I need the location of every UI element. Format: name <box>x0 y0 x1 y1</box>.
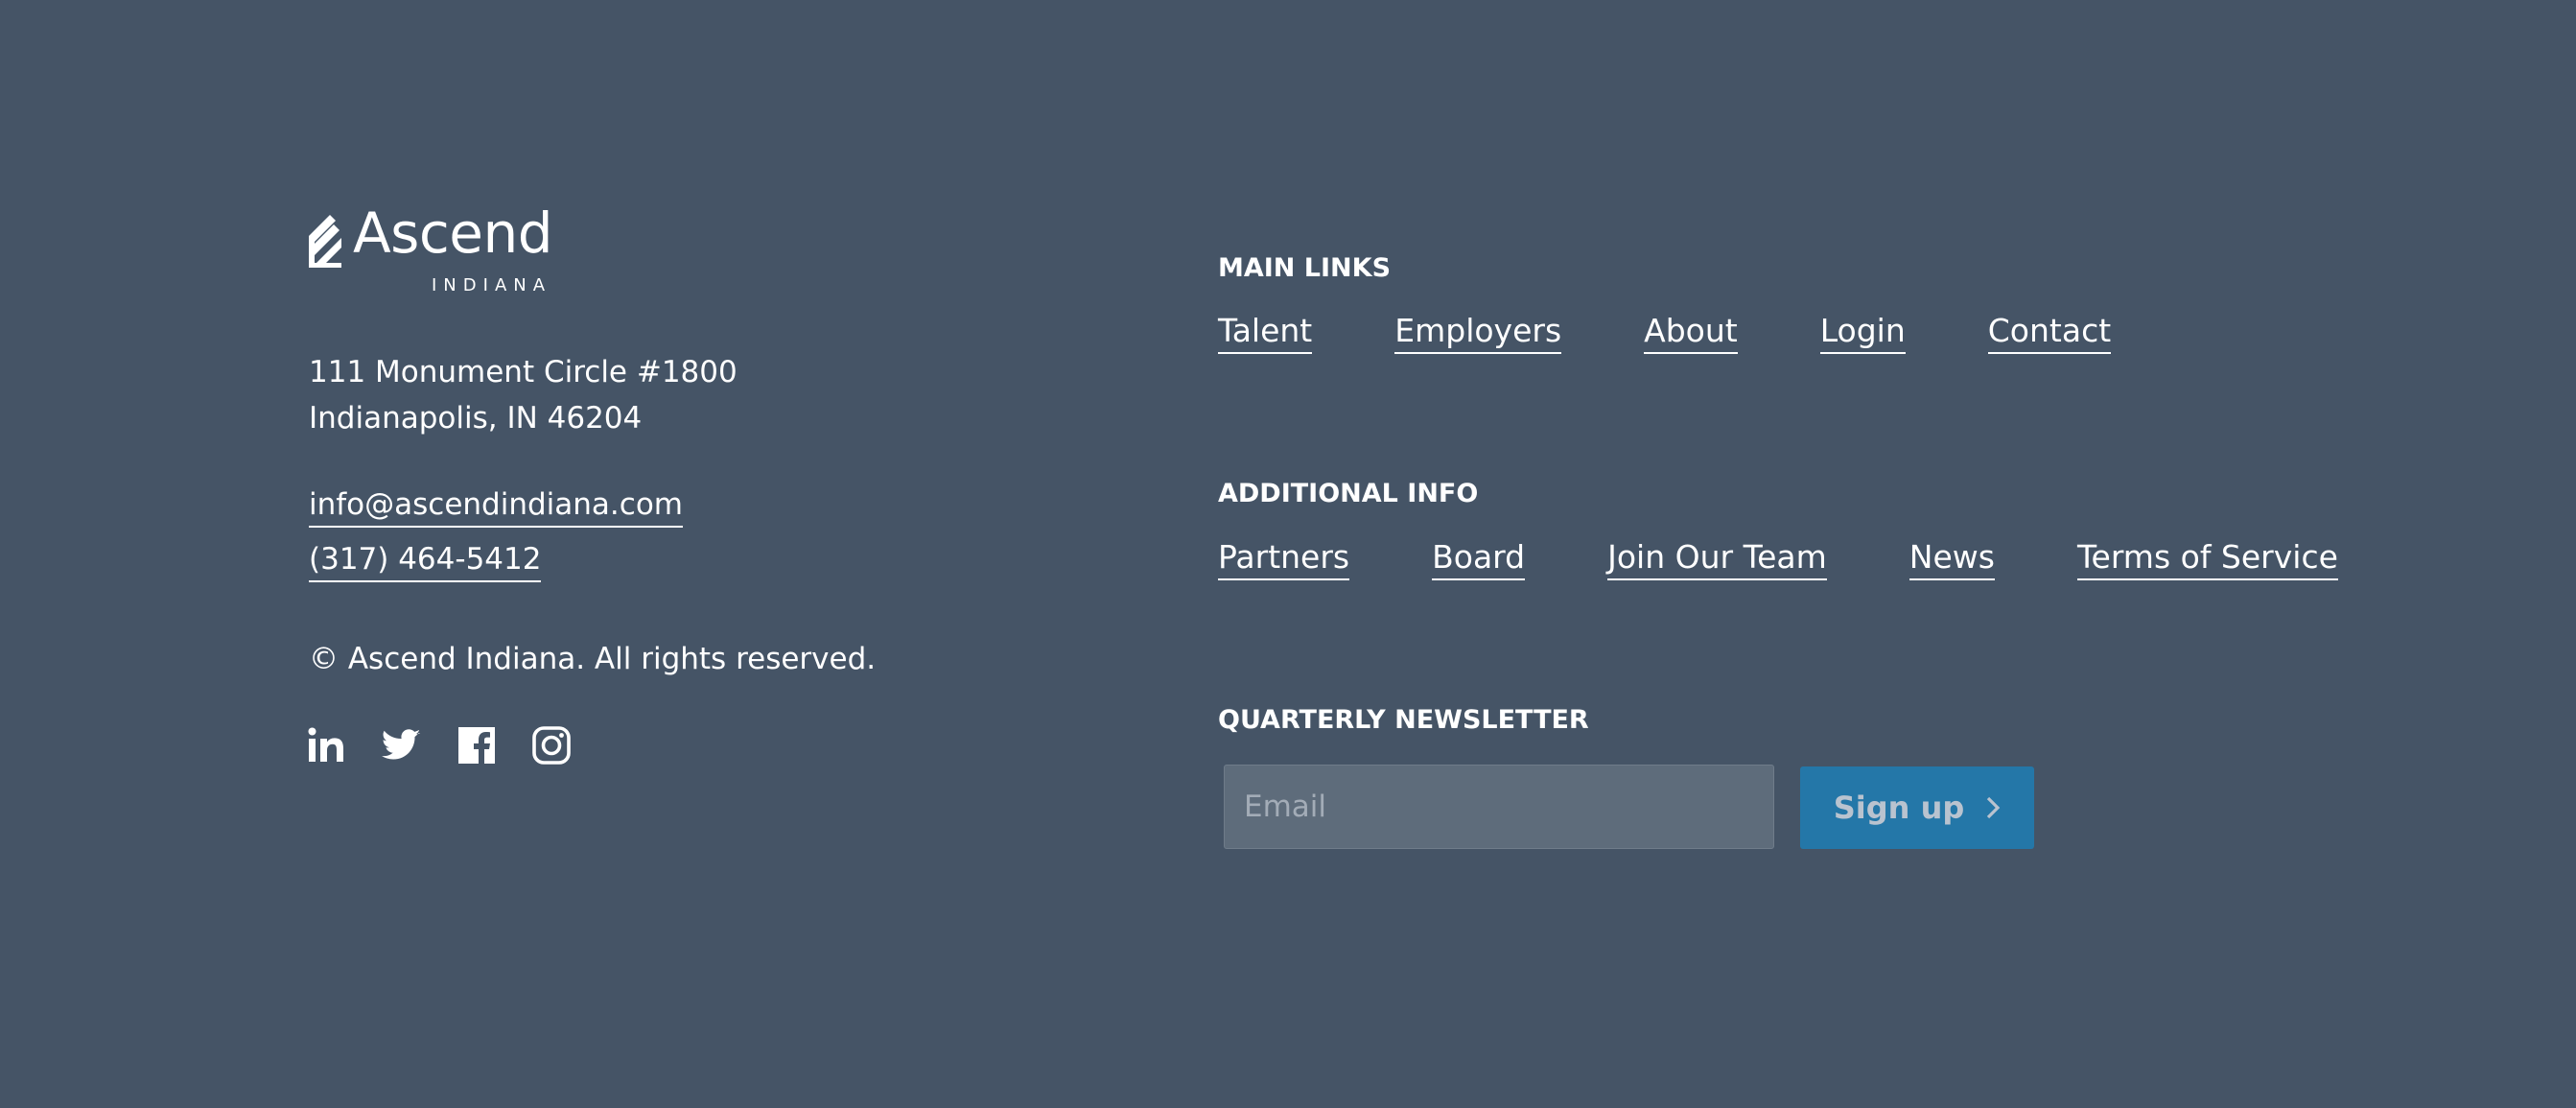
nav-link-news[interactable]: News <box>1909 541 1995 580</box>
phone-link[interactable]: (317) 464-5412 <box>309 545 542 582</box>
instagram-icon <box>532 726 571 765</box>
ascend-indiana-logo[interactable]: Ascend INDIANA <box>309 205 553 297</box>
newsletter-heading: QUARTERLY NEWSLETTER <box>1218 705 1589 735</box>
additional-info-heading: ADDITIONAL INFO <box>1218 479 1479 508</box>
linkedin-icon <box>308 727 343 762</box>
nav-link-contact[interactable]: Contact <box>1987 315 2112 354</box>
nav-link-terms-of-service[interactable]: Terms of Service <box>2076 541 2338 580</box>
main-links-nav: Talent Employers About Login Contact <box>1218 315 2112 354</box>
facebook-icon <box>458 727 495 764</box>
email-link[interactable]: info@ascendindiana.com <box>309 490 683 528</box>
address-line-2: Indianapolis, IN 46204 <box>309 401 643 436</box>
social-links <box>307 725 572 766</box>
additional-info-nav: Partners Board Join Our Team News Terms … <box>1218 541 2338 580</box>
signup-button[interactable]: Sign up <box>1800 766 2034 849</box>
twitter-link[interactable] <box>382 725 422 766</box>
nav-link-talent[interactable]: Talent <box>1218 315 1313 354</box>
twitter-icon <box>382 729 421 760</box>
nav-link-board[interactable]: Board <box>1432 541 1526 580</box>
chevron-right-icon <box>1987 796 2001 819</box>
instagram-link[interactable] <box>531 725 572 766</box>
nav-link-join-our-team[interactable]: Join Our Team <box>1607 541 1827 580</box>
address: 111 Monument Circle #1800 Indianapolis, … <box>309 349 738 441</box>
newsletter-email-input[interactable] <box>1224 765 1774 849</box>
address-line-1: 111 Monument Circle #1800 <box>309 355 738 389</box>
nav-link-about[interactable]: About <box>1644 315 1738 354</box>
ascend-mark-icon <box>309 215 341 268</box>
nav-link-login[interactable]: Login <box>1819 315 1906 354</box>
facebook-link[interactable] <box>457 725 497 766</box>
nav-link-employers[interactable]: Employers <box>1394 315 1562 354</box>
copyright-text: © Ascend Indiana. All rights reserved. <box>309 642 877 676</box>
logo-subtitle: INDIANA <box>432 275 552 295</box>
nav-link-partners[interactable]: Partners <box>1218 541 1350 580</box>
main-links-heading: MAIN LINKS <box>1218 253 1392 283</box>
linkedin-link[interactable] <box>307 725 347 766</box>
logo-wordmark: Ascend <box>353 200 553 266</box>
signup-button-label: Sign up <box>1833 790 1965 826</box>
